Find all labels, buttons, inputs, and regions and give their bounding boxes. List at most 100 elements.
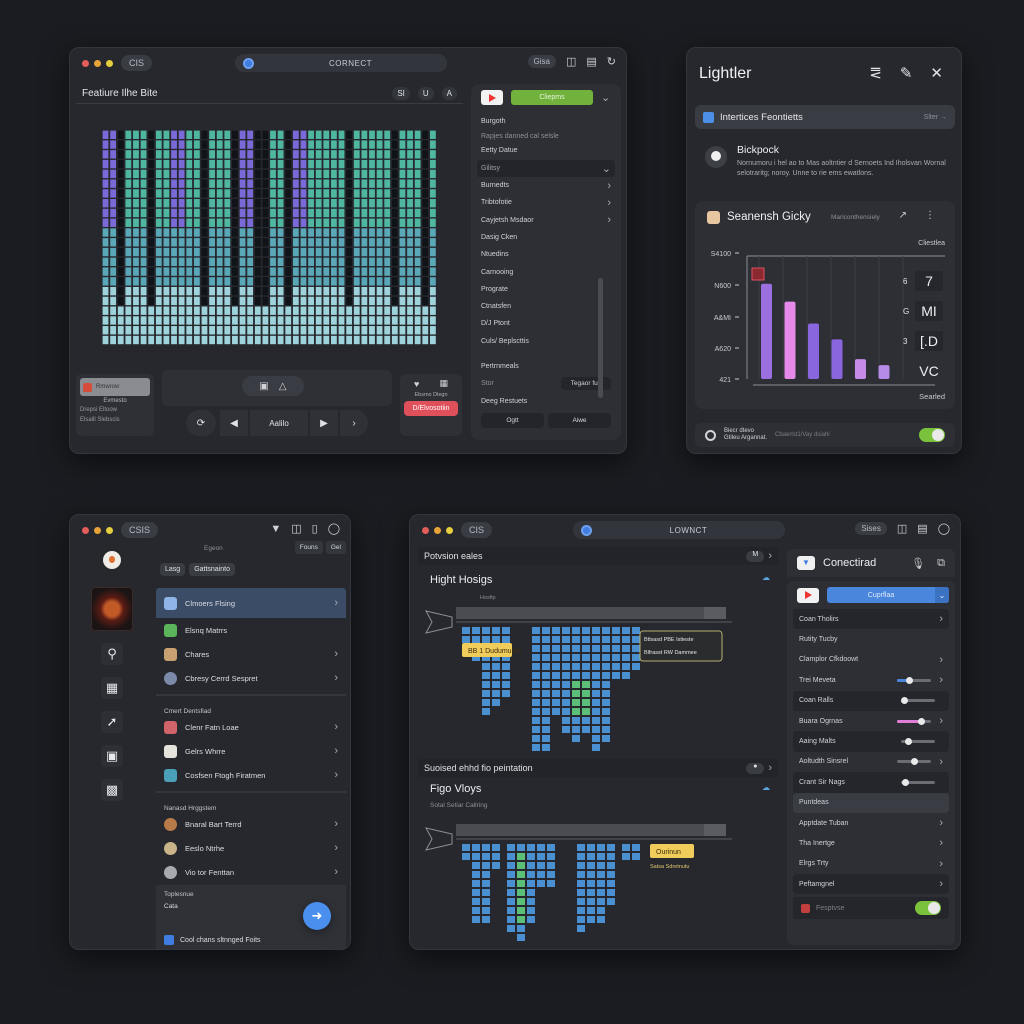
maximize-dot[interactable] — [106, 526, 113, 534]
grid-cell[interactable] — [492, 862, 500, 869]
grid-cell[interactable] — [607, 853, 615, 860]
grid-cell[interactable] — [542, 627, 550, 634]
grid-cell[interactable] — [542, 672, 550, 679]
grid-cell[interactable] — [572, 636, 580, 643]
sidebar-item[interactable]: Gilitsy ⌄ — [477, 159, 615, 177]
close-dot[interactable] — [422, 526, 429, 534]
grid-cell[interactable] — [527, 844, 535, 851]
external-icon[interactable]: ⧉ — [937, 557, 945, 570]
flask-icon[interactable]: △ — [279, 381, 287, 392]
bar[interactable] — [808, 323, 819, 379]
grid-cell[interactable] — [482, 853, 490, 860]
tab-gel[interactable]: Gel — [325, 541, 346, 554]
grid-cell[interactable] — [562, 717, 570, 724]
grid-cell[interactable] — [572, 699, 580, 706]
grid-cell[interactable] — [597, 889, 605, 896]
grid-cell[interactable] — [602, 699, 610, 706]
grid-cell[interactable] — [482, 844, 490, 851]
mic-icon[interactable]: 🎙 — [911, 557, 925, 570]
grid-cell[interactable] — [602, 717, 610, 724]
grid-cell[interactable] — [527, 889, 535, 896]
grid-cell[interactable] — [482, 871, 490, 878]
grid-cell[interactable] — [502, 663, 510, 670]
grid-cell[interactable] — [472, 636, 480, 643]
minimize-dot[interactable] — [94, 526, 101, 534]
list-item[interactable]: Vio tor Fenttan › — [156, 860, 346, 884]
grid-cell[interactable] — [582, 645, 590, 652]
sidebar-item[interactable]: Ctnatsfen — [481, 298, 611, 315]
grid-cell[interactable] — [577, 925, 585, 932]
grid-cell[interactable] — [597, 898, 605, 905]
grid-cell[interactable] — [577, 862, 585, 869]
grid-cell[interactable] — [532, 690, 540, 697]
list-item[interactable]: Clenr Fatn Loae › — [156, 715, 346, 739]
grid-cell[interactable] — [587, 862, 595, 869]
grid-cell[interactable] — [507, 880, 515, 887]
grid-cell[interactable] — [502, 627, 510, 634]
grid-cell[interactable] — [632, 636, 640, 643]
grid-cell[interactable] — [532, 663, 540, 670]
grid-cell[interactable] — [542, 690, 550, 697]
grid-cell[interactable] — [587, 844, 595, 851]
grid-cell[interactable] — [602, 636, 610, 643]
grid-cell[interactable] — [607, 898, 615, 905]
grid-cell[interactable] — [602, 735, 610, 742]
grid-cell[interactable] — [582, 681, 590, 688]
grid-cell[interactable] — [532, 699, 540, 706]
list-item[interactable]: Bnaral Bart Terrd › — [156, 812, 346, 836]
settings-row[interactable]: Coan Ralls — [793, 690, 949, 711]
grid-cell[interactable] — [552, 681, 560, 688]
album-art[interactable] — [91, 587, 133, 631]
youtube-icon[interactable] — [797, 587, 819, 603]
grid-cell[interactable] — [552, 627, 560, 634]
grid-cell[interactable] — [597, 844, 605, 851]
grid-cell[interactable] — [472, 627, 480, 634]
grid-toolbar-button[interactable] — [704, 607, 726, 619]
grid-cell[interactable] — [572, 681, 580, 688]
section-bar-2[interactable]: Suoised ehhd fio peintation ● › — [418, 759, 778, 777]
grid-cell[interactable] — [602, 681, 610, 688]
grid-action-icon[interactable]: SI — [392, 87, 410, 100]
grid-cell[interactable] — [527, 916, 535, 923]
grid-cell[interactable] — [572, 717, 580, 724]
grid-cell[interactable] — [482, 627, 490, 634]
grid-cell[interactable] — [632, 853, 640, 860]
grid-cell[interactable] — [472, 862, 480, 869]
car-icon[interactable]: ▦ — [439, 378, 448, 389]
grid-cell[interactable] — [622, 844, 630, 851]
grid-cell[interactable] — [582, 726, 590, 733]
grid-cell[interactable] — [472, 889, 480, 896]
minimize-dot[interactable] — [434, 526, 441, 534]
grid-cell[interactable] — [517, 907, 525, 914]
grid-cell[interactable] — [547, 853, 555, 860]
bar[interactable] — [855, 359, 866, 379]
slider[interactable] — [901, 778, 935, 786]
cloud-icon[interactable]: ☁ — [762, 783, 770, 792]
list-item[interactable]: Chares › — [156, 642, 346, 666]
pin-icon[interactable]: ⪙ — [869, 64, 882, 82]
loop-button[interactable]: ⟳ — [186, 410, 216, 436]
settings-row[interactable]: Coan Tholirs › — [793, 609, 949, 630]
grid-cell[interactable] — [532, 708, 540, 715]
settings-row[interactable]: Tha Inertge › — [793, 833, 949, 853]
grid-cell[interactable] — [532, 717, 540, 724]
grid-cell[interactable] — [607, 862, 615, 869]
image-icon[interactable]: ▣ — [259, 381, 268, 392]
grid-cell[interactable] — [507, 925, 515, 932]
grid-cell[interactable] — [562, 726, 570, 733]
grid-cell[interactable] — [542, 717, 550, 724]
grid-cell[interactable] — [577, 889, 585, 896]
grid-cell[interactable] — [482, 672, 490, 679]
grid-cell[interactable] — [582, 690, 590, 697]
grid-cell[interactable] — [472, 844, 480, 851]
grid-cell[interactable] — [462, 853, 470, 860]
settings-row[interactable]: Apptdate Tuban › — [793, 813, 949, 833]
grid-cell[interactable] — [527, 871, 535, 878]
sidebar-item[interactable]: D/J Ptont — [481, 315, 611, 332]
grid-cell[interactable] — [592, 681, 600, 688]
next-button[interactable]: › — [340, 410, 368, 436]
save-button[interactable]: Aiwe — [548, 412, 611, 428]
grid-cell[interactable] — [577, 898, 585, 905]
document-icon[interactable]: ▯ — [312, 522, 318, 535]
sidebar-item[interactable]: Tribtofotie › — [481, 194, 611, 211]
